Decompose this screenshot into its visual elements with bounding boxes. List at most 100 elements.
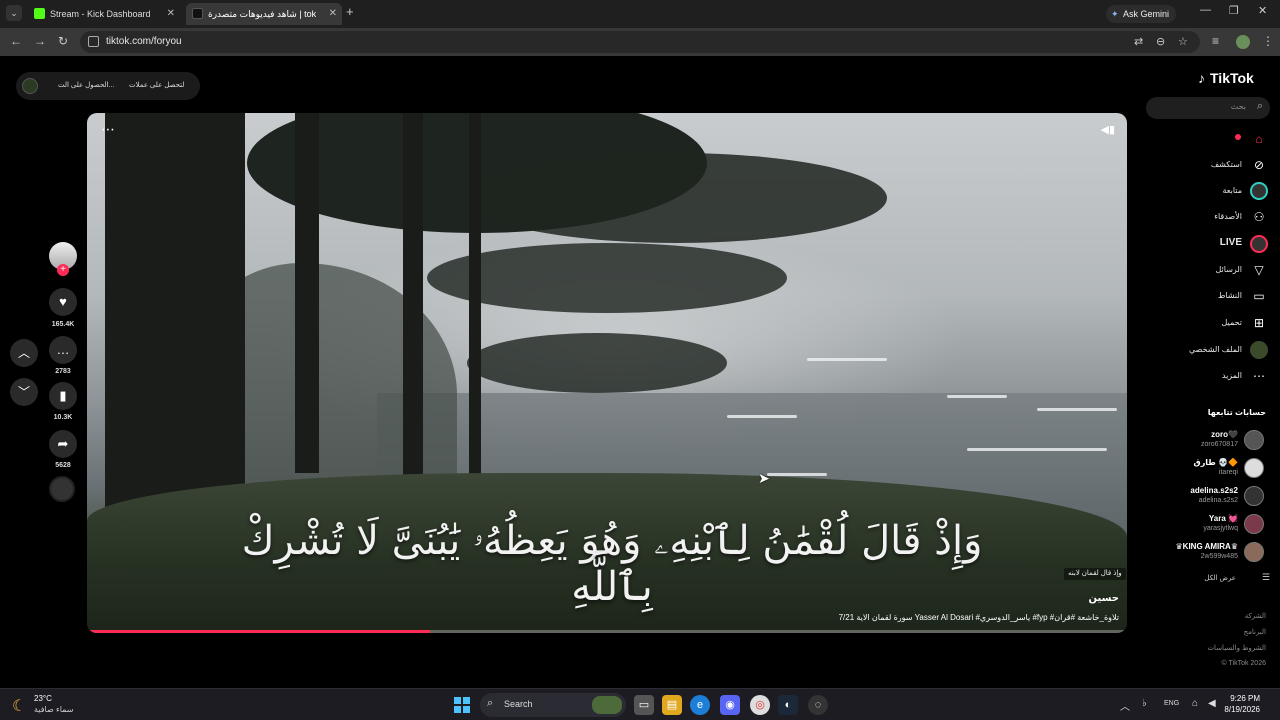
account-handle: yarasjytlwq bbox=[1203, 525, 1238, 532]
reload-icon[interactable]: ↻ bbox=[58, 34, 68, 48]
tree-trunk bbox=[469, 113, 481, 493]
edge-icon[interactable]: e bbox=[690, 695, 710, 715]
promo-coins-link[interactable]: لتحصل على عملات bbox=[129, 81, 184, 89]
account-item[interactable]: zoro🖤 zoro670817 bbox=[1160, 428, 1270, 454]
nav-explore[interactable]: استكشف ⊘ bbox=[1160, 153, 1270, 177]
tab-tiktok[interactable]: شاهد فيديوهات متصدرة | tok ✕ bbox=[186, 3, 342, 25]
restore-icon[interactable]: ❐ bbox=[1229, 4, 1239, 17]
promo-avatar[interactable] bbox=[22, 78, 38, 94]
comment-count: 2783 bbox=[55, 368, 71, 375]
browser-menu-icon[interactable]: ⋮ bbox=[1262, 34, 1274, 48]
follow-plus-icon[interactable]: + bbox=[57, 264, 69, 276]
nav-friends[interactable]: الأصدقاء ⚇ bbox=[1160, 205, 1270, 229]
tiktok-logo[interactable]: ♪ TikTok bbox=[1198, 70, 1270, 90]
account-handle: zoro670817 bbox=[1201, 441, 1238, 448]
nav-label: الملف الشخصي bbox=[1188, 345, 1242, 354]
windows-taskbar: ☾ 23°C سماء صافية ⌕ Search ▭ ▤ e ◉ ◎ ◐ ◌… bbox=[0, 688, 1280, 720]
zoom-icon[interactable]: ⊖ bbox=[1156, 35, 1165, 48]
task-view-icon[interactable]: ▭ bbox=[634, 695, 654, 715]
save-button[interactable]: ▮ bbox=[49, 382, 77, 410]
translate-icon[interactable]: ⇄ bbox=[1134, 35, 1143, 48]
nav-label: المزيد bbox=[1221, 371, 1242, 380]
account-item[interactable]: Yara 💓 yarasjytlwq bbox=[1160, 512, 1270, 538]
video-more-icon[interactable]: ⋯ bbox=[101, 121, 115, 138]
tab-search-button[interactable]: ⌄ bbox=[6, 5, 22, 21]
video-player[interactable]: ⋯ ◀▮ وَإِذْ قَالَ لُقْمَٰنُ لِٱبْنِهِۦ و… bbox=[87, 113, 1127, 633]
footer-program-link[interactable]: البرنامج bbox=[1244, 628, 1266, 636]
clock-date[interactable]: 8/19/2026 bbox=[1224, 705, 1260, 714]
nav-live[interactable]: LIVE bbox=[1160, 232, 1270, 256]
account-item[interactable]: طارق 💀🔶 itareqi bbox=[1160, 456, 1270, 482]
profile-avatar[interactable] bbox=[1236, 35, 1250, 49]
new-tab-button[interactable]: + bbox=[346, 4, 354, 19]
forward-icon[interactable]: → bbox=[34, 34, 46, 48]
nav-more[interactable]: المزيد ⋯ bbox=[1160, 364, 1270, 388]
ask-gemini-button[interactable]: ✦ Ask Gemini bbox=[1106, 5, 1176, 23]
start-button[interactable] bbox=[454, 697, 470, 713]
tab-kick-dashboard[interactable]: Stream - Kick Dashboard ✕ bbox=[28, 3, 180, 25]
steam-icon[interactable]: ◐ bbox=[778, 695, 798, 715]
wave bbox=[1037, 408, 1117, 411]
close-window-icon[interactable]: ✕ bbox=[1258, 4, 1267, 17]
back-icon[interactable]: ← bbox=[10, 34, 22, 48]
share-button[interactable]: ➦ bbox=[49, 430, 77, 458]
nav-home[interactable]: ⌂ bbox=[1160, 127, 1270, 151]
minimize-icon[interactable]: — bbox=[1200, 4, 1211, 16]
volume-icon[interactable]: ◀ bbox=[1208, 698, 1216, 709]
discord-icon[interactable]: ◉ bbox=[720, 695, 740, 715]
video-author[interactable]: حسين bbox=[1089, 593, 1119, 604]
messages-icon: ▽ bbox=[1254, 263, 1264, 277]
tray-overflow-icon[interactable]: ︿ bbox=[1120, 698, 1130, 713]
comment-button[interactable]: … bbox=[49, 336, 77, 364]
creator-avatar[interactable]: + bbox=[49, 242, 77, 276]
see-all-link[interactable]: عرض الكل bbox=[1204, 574, 1236, 582]
tiktok-page: الحصول على الت... لتحصل على عملات ⋯ ◀▮ و… bbox=[0, 56, 1280, 688]
like-button[interactable]: ♥ bbox=[49, 288, 77, 316]
weather-temp[interactable]: 23°C bbox=[34, 694, 52, 703]
bookmark-star-icon[interactable]: ☆ bbox=[1178, 35, 1188, 48]
taskbar-search-label: Search bbox=[504, 699, 533, 709]
share-icon: ➦ bbox=[57, 436, 69, 451]
nav-label: الرسائل bbox=[1215, 265, 1243, 274]
nav-messages[interactable]: الرسائل ▽ bbox=[1160, 258, 1270, 282]
promo-get-link[interactable]: الحصول على الت... bbox=[58, 81, 114, 89]
network-icon[interactable]: ⌂ bbox=[1192, 698, 1198, 709]
language-indicator[interactable]: ENG bbox=[1164, 700, 1179, 707]
nav-profile[interactable]: الملف الشخصي bbox=[1160, 338, 1270, 362]
file-explorer-icon[interactable]: ▤ bbox=[662, 695, 682, 715]
wave bbox=[967, 448, 1107, 451]
microphone-icon[interactable]: ♭ bbox=[1142, 698, 1147, 709]
taskbar-search[interactable]: ⌕ Search bbox=[480, 693, 626, 717]
nav-label: الأصدقاء bbox=[1214, 212, 1242, 221]
account-item[interactable]: ♛KING AMIRA♛ 2w599w485 bbox=[1160, 540, 1270, 566]
tab-groups-icon[interactable]: ≡ bbox=[1212, 34, 1219, 48]
weather-desc[interactable]: سماء صافية bbox=[34, 705, 74, 714]
previous-video-button[interactable]: ︿ bbox=[10, 339, 38, 367]
nav-upload[interactable]: تحميل ⊞ bbox=[1160, 311, 1270, 335]
clock-time[interactable]: 9:26 PM bbox=[1230, 694, 1260, 703]
search-icon[interactable]: ⌕ bbox=[1257, 100, 1263, 113]
volume-icon[interactable]: ◀▮ bbox=[1100, 123, 1115, 136]
next-video-button[interactable]: ﹀ bbox=[10, 378, 38, 406]
search-input[interactable]: بحث ⌕ bbox=[1146, 97, 1270, 119]
nav-following[interactable]: متابعة bbox=[1160, 179, 1270, 203]
app-icon[interactable]: ◌ bbox=[808, 695, 828, 715]
site-info-icon[interactable] bbox=[88, 36, 99, 47]
account-avatar bbox=[1244, 458, 1264, 478]
account-item[interactable]: adelina.s2s2 adelina.s2s2 bbox=[1160, 484, 1270, 510]
nav-activity[interactable]: النشاط ▭ bbox=[1160, 284, 1270, 308]
tree-trunk bbox=[403, 113, 423, 493]
tree-trunk bbox=[105, 113, 245, 533]
account-name: ♛KING AMIRA♛ bbox=[1175, 542, 1239, 551]
account-name: طارق 💀🔶 bbox=[1193, 458, 1238, 467]
share-count: 5628 bbox=[55, 462, 71, 469]
activity-icon: ▭ bbox=[1253, 289, 1265, 303]
close-tab-icon[interactable]: ✕ bbox=[167, 3, 175, 25]
footer-company-link[interactable]: الشركة bbox=[1245, 612, 1266, 620]
close-tab-icon[interactable]: ✕ bbox=[329, 3, 337, 25]
sound-disc[interactable] bbox=[49, 476, 75, 502]
chrome-icon[interactable]: ◎ bbox=[750, 695, 770, 715]
footer-terms-link[interactable]: الشروط والسياسات bbox=[1207, 644, 1266, 652]
address-bar[interactable]: tiktok.com/foryou ⇄ ⊖ ☆ bbox=[80, 31, 1200, 53]
tab-title: شاهد فيديوهات متصدرة | tok bbox=[208, 9, 317, 19]
